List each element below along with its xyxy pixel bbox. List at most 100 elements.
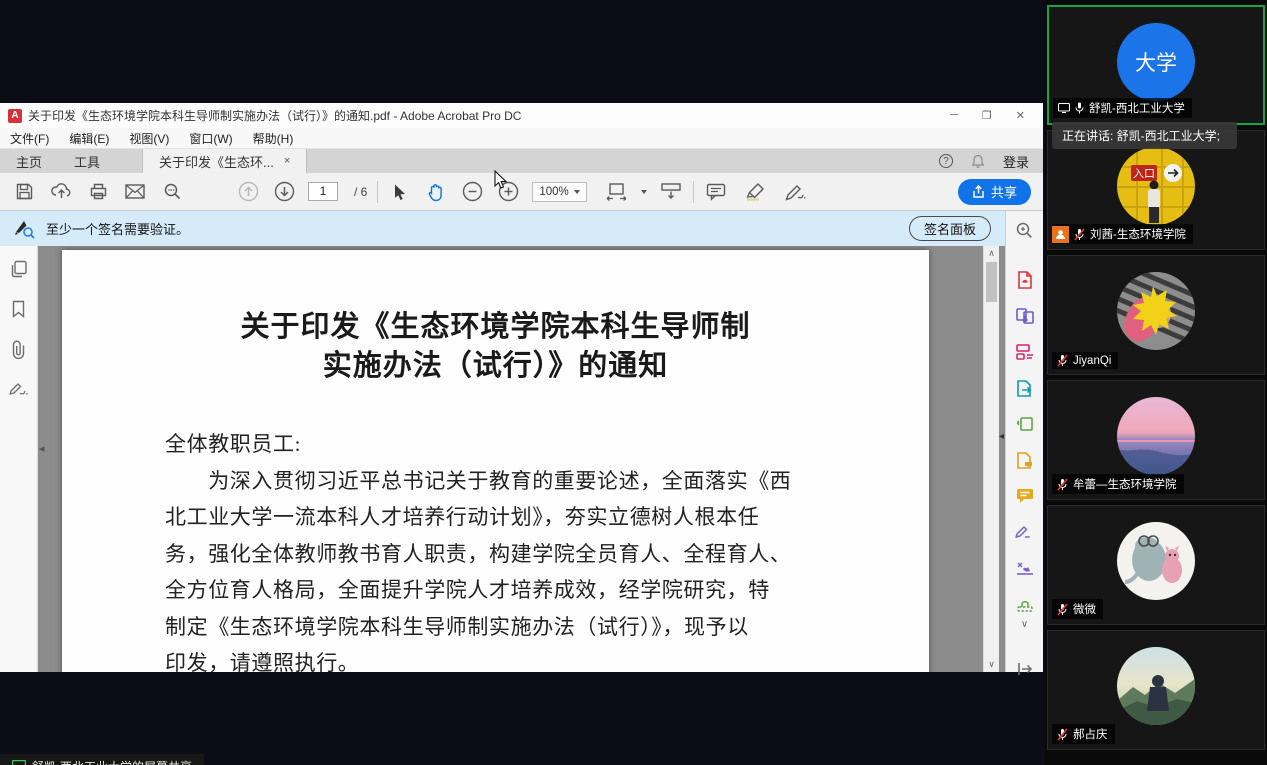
body-line: 全方位育人格局，全面提升学院人才培养成效，经学院研究，特 [165,572,826,609]
email-icon[interactable] [123,180,147,204]
sign-icon[interactable] [784,180,808,204]
zoom-level-value: 100% [539,186,568,198]
highlight-icon[interactable] [744,180,768,204]
share-button[interactable]: 共享 [958,179,1031,205]
find-icon[interactable] [1014,219,1036,241]
participant-name: 刘茜-生态环境学院 [1090,226,1186,242]
participant-name-bar: 牟蕾—生态环境学院 [1052,474,1184,494]
comment-tool-icon[interactable] [1014,485,1036,507]
tools-panel: ∨ [1005,211,1043,672]
help-icon[interactable]: ? [939,154,953,168]
chevron-down-icon [574,190,580,194]
attachments-icon[interactable] [10,340,27,359]
participant-tile[interactable]: 微微 [1047,505,1265,625]
signatures-icon[interactable] [8,381,29,397]
stamp-icon[interactable] [1014,593,1036,615]
bookmarks-icon[interactable] [11,300,26,318]
avatar [1117,397,1195,475]
export-pdf-icon[interactable] [1014,377,1036,399]
comment-icon[interactable] [704,180,728,204]
screen: A 关于印发《生态环境学院本科生导师制实施办法（试行）》的通知.pdf - Ad… [0,0,1267,765]
tab-home[interactable]: 主页 [0,149,58,173]
menu-view[interactable]: 视图(V) [129,130,169,147]
menu-edit[interactable]: 编辑(E) [69,130,109,147]
document-body: 全体教职员工: 为深入贯彻习近平总书记关于教育的重要论述，全面落实《西 北工业大… [62,426,929,672]
organize-pages-icon[interactable] [1014,413,1036,435]
zoom-level-dropdown[interactable]: 100% [532,182,586,202]
page-thumbnails-icon[interactable] [10,260,28,278]
speaking-tooltip: 正在讲话: 舒凯-西北工业大学; [1052,122,1237,149]
participant-name: 舒凯-西北工业大学 [1089,100,1185,116]
minimize-button[interactable]: ─ [950,109,958,122]
save-icon[interactable] [12,180,36,204]
body-line: 制定《生态环境学院本科生导师制实施办法（试行）》，现予以 [165,609,826,646]
participant-tile[interactable]: JiyanQi [1047,255,1265,375]
share-button-label: 共享 [991,182,1017,201]
pdf-page[interactable]: 关于印发《生态环境学院本科生导师制 实施办法（试行）》的通知 全体教职员工: 为… [62,250,929,672]
scroll-up-icon[interactable]: ∧ [984,248,999,259]
chevron-down-icon[interactable] [641,190,647,194]
participant-name: 牟蕾—生态环境学院 [1073,476,1177,492]
participant-tile[interactable]: 大学 舒凯-西北工业大学 [1047,5,1265,125]
screenshare-icon [12,760,26,765]
collapse-right-panel-icon[interactable]: ◂ [999,432,1005,442]
menu-help[interactable]: 帮助(H) [253,130,294,147]
hand-tool-icon[interactable] [424,180,448,204]
menu-file[interactable]: 文件(F) [10,130,49,147]
request-signatures-icon[interactable] [1014,449,1036,471]
expand-panel-icon[interactable] [1014,658,1036,680]
zoom-out-icon[interactable] [460,180,484,204]
page-number-input[interactable]: 1 [308,182,338,201]
login-button[interactable]: 登录 [1003,152,1029,171]
scrollbar-thumb[interactable] [986,262,997,302]
search-icon[interactable] [160,180,184,204]
menu-window[interactable]: 窗口(W) [189,130,232,147]
edit-pdf-icon[interactable] [1014,341,1036,363]
participant-name-bar: 郝占庆 [1052,724,1115,744]
window-title: 关于印发《生态环境学院本科生导师制实施办法（试行）》的通知.pdf - Adob… [28,107,521,124]
collapse-left-panel-icon[interactable]: ◂ [39,442,45,455]
avatar [1117,522,1195,600]
select-tool-icon[interactable] [388,180,412,204]
window-titlebar: A 关于印发《生态环境学院本科生导师制实施办法（试行）》的通知.pdf - Ad… [0,103,1043,128]
tab-document-label: 关于印发《生态环... [159,152,274,171]
certificates-icon[interactable] [1014,557,1036,579]
close-button[interactable]: ✕ [1016,109,1025,122]
salutation: 全体教职员工: [165,426,826,463]
acrobat-app-icon: A [8,109,22,123]
tab-close-icon[interactable]: × [284,155,290,167]
screen-share-indicator: 舒凯-西北工业大学的屏幕共享 [0,754,204,765]
fill-sign-icon[interactable] [1014,521,1036,543]
tab-tools[interactable]: 工具 [58,149,116,173]
next-page-icon[interactable] [272,180,296,204]
vertical-scrollbar[interactable]: ∧ ∨ [983,246,999,672]
meeting-sidebar: 大学 舒凯-西北工业大学 入口 刘茜-生态环境学院 Jiy [1045,0,1267,765]
avatar [1117,647,1195,725]
combine-files-icon[interactable] [1014,305,1036,327]
share-icon [972,185,985,199]
avatar: 入口 [1117,147,1195,225]
scroll-down-icon[interactable]: ∨ [984,659,999,670]
tab-document[interactable]: 关于印发《生态环... × [142,149,307,173]
chevron-down-icon[interactable]: ∨ [1021,619,1028,630]
maximize-button[interactable]: ❐ [982,109,992,122]
bell-icon[interactable] [971,154,985,169]
participant-tile[interactable]: 郝占庆 [1047,630,1265,750]
participant-name-bar: 舒凯-西北工业大学 [1053,98,1192,118]
mic-muted-icon [1074,228,1085,241]
tab-bar: 主页 工具 关于印发《生态环... × ? 登录 [0,149,1043,173]
body-line: 为深入贯彻习近平总书记关于教育的重要论述，全面落实《西 [165,463,826,500]
mic-muted-icon [1057,354,1068,367]
page-total-label: / 6 [354,185,367,199]
notice-message: 至少一个签名需要验证。 [46,219,189,238]
participant-tile[interactable]: 牟蕾—生态环境学院 [1047,380,1265,500]
upload-cloud-icon[interactable] [49,180,73,204]
fit-width-icon[interactable] [605,180,629,204]
signature-panel-button[interactable]: 签名面板 [909,216,991,241]
create-pdf-icon[interactable] [1014,269,1036,291]
body-line: 北工业大学一流本科人才培养行动计划》，夯实立德树人根本任 [165,499,826,536]
previous-page-icon[interactable] [236,180,260,204]
page-scrolling-icon[interactable] [659,180,683,204]
screen-share-label: 舒凯-西北工业大学的屏幕共享 [32,758,192,765]
print-icon[interactable] [86,180,110,204]
